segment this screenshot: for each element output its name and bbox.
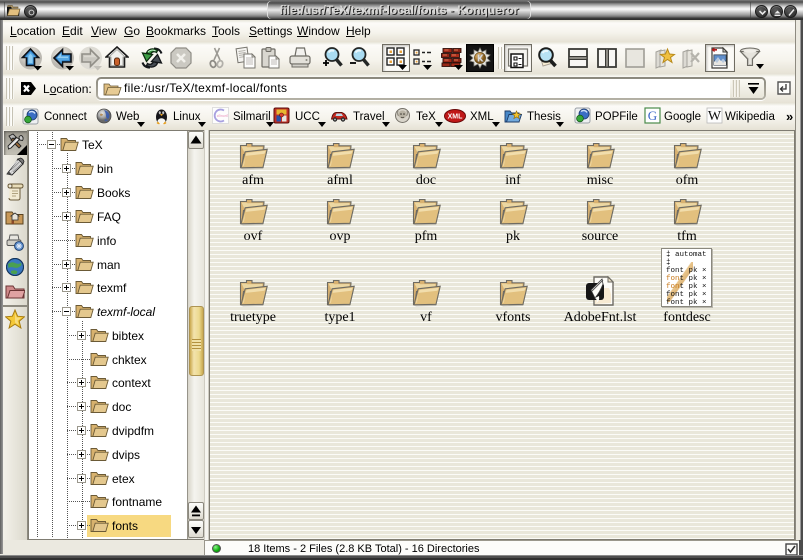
svg-text:silmaril: silmaril — [217, 114, 228, 118]
svg-text:W: W — [708, 109, 722, 124]
svg-text:XML: XML — [448, 114, 464, 121]
svg-text:G: G — [648, 108, 657, 123]
